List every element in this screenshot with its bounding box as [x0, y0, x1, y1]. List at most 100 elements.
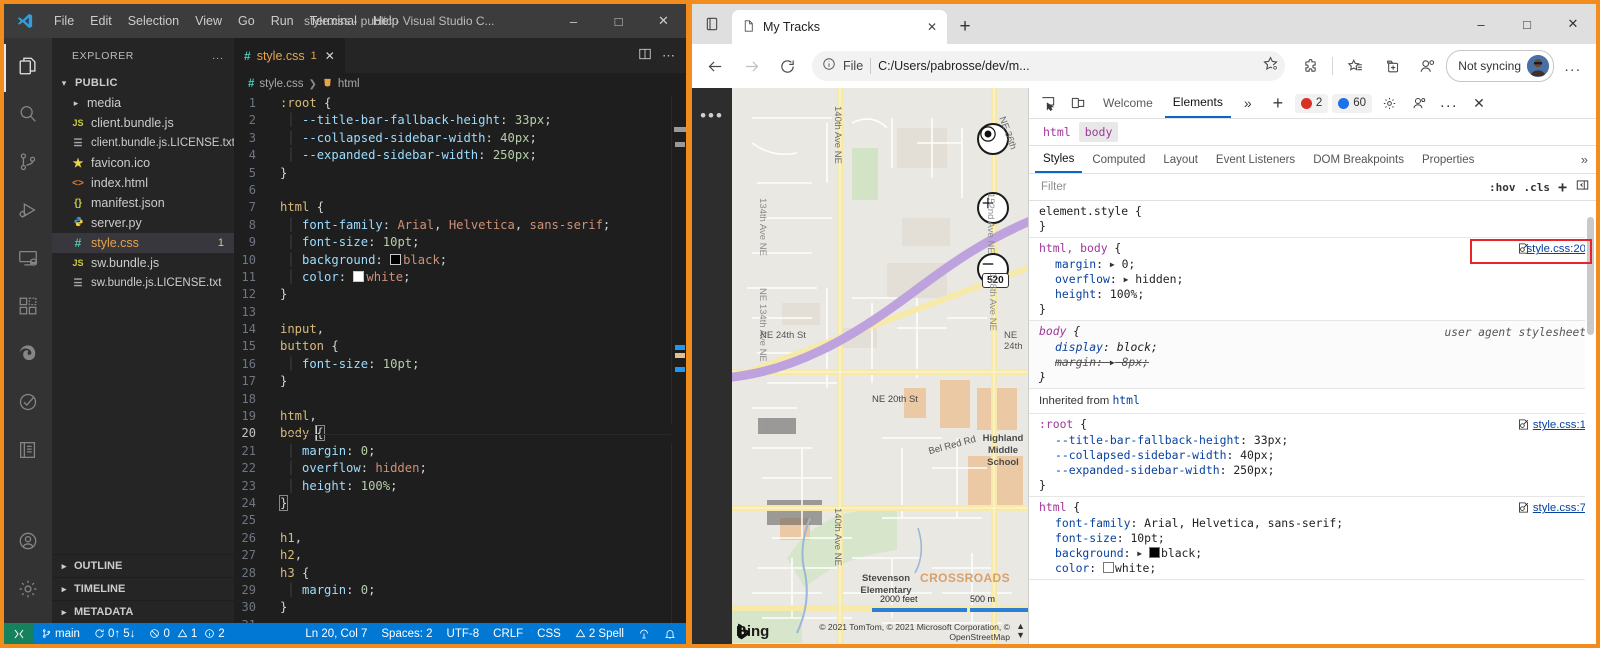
breadcrumb-symbol[interactable]: html — [338, 78, 360, 90]
editor-more-icon[interactable]: ⋯ — [662, 48, 676, 64]
file-row-media[interactable]: ▸ media — [52, 93, 234, 113]
sidebar-item-testing[interactable] — [4, 380, 52, 428]
customize-icon[interactable] — [1406, 91, 1432, 115]
browser-settings-more-icon[interactable]: ... — [1556, 49, 1590, 83]
dom-crumb-html[interactable]: html — [1037, 122, 1077, 142]
style-rule-html[interactable]: html { style.css:7 font-family: Arial, H… — [1029, 497, 1596, 581]
section-metadata[interactable]: ▸ METADATA — [52, 600, 234, 623]
file-row-favicon-ico[interactable]: ★ favicon.ico — [52, 153, 234, 173]
sidebar-item-run-and-debug[interactable] — [4, 188, 52, 236]
inspect-element-icon[interactable] — [1035, 91, 1061, 115]
sidebar-item-accounts[interactable] — [4, 519, 52, 567]
tab-event-listeners[interactable]: Event Listeners — [1208, 147, 1303, 172]
devtools-tab-welcome[interactable]: Welcome — [1095, 89, 1161, 117]
style-rule-user-agent-body[interactable]: body { user agent stylesheet display: bl… — [1029, 321, 1596, 390]
vscode-maximize-button[interactable]: □ — [596, 4, 641, 38]
info-count-badge[interactable]: 60 — [1332, 93, 1373, 113]
declaration-title-bar-fallback-height[interactable]: --title-bar-fallback-height: 33px; — [1039, 433, 1588, 448]
address-bar[interactable]: File C:/Users/pabrosse/dev/m... — [812, 51, 1286, 81]
sidebar-item-settings[interactable] — [4, 567, 52, 615]
url-text[interactable]: C:/Users/pabrosse/dev/m... — [878, 59, 1255, 73]
styles-pane[interactable]: element.style { } html, body { style.css… — [1029, 201, 1596, 644]
sidebar-item-source-control[interactable] — [4, 140, 52, 188]
status-language-mode[interactable]: CSS — [530, 628, 568, 640]
browser-minimize-button[interactable]: – — [1458, 4, 1504, 44]
editor-scrollbar[interactable] — [672, 95, 686, 623]
declaration-font-family[interactable]: font-family: Arial, Helvetica, sans-seri… — [1039, 516, 1588, 531]
extensions-icon[interactable] — [1293, 49, 1327, 83]
status-encoding[interactable]: UTF-8 — [440, 628, 487, 640]
declaration-color[interactable]: color: white; — [1039, 561, 1588, 576]
menu-go[interactable]: Go — [230, 11, 263, 31]
error-count-badge[interactable]: 2 — [1294, 93, 1329, 113]
bell-icon[interactable] — [657, 628, 686, 640]
file-row-sw-bundle-js[interactable]: JS sw.bundle.js — [52, 253, 234, 273]
style-source-link[interactable]: style.css:7 — [1533, 501, 1586, 516]
browser-essentials-icon[interactable] — [1410, 49, 1444, 83]
declaration-expanded-sidebar-width[interactable]: --expanded-sidebar-width: 250px; — [1039, 463, 1588, 478]
browser-close-button[interactable]: ✕ — [1550, 4, 1596, 44]
file-row-index-html[interactable]: <> index.html — [52, 173, 234, 193]
status-spell-check[interactable]: 2 Spell — [568, 628, 631, 640]
tab-properties[interactable]: Properties — [1414, 147, 1482, 172]
file-row-server-py[interactable]: server.py — [52, 213, 234, 233]
broadcast-icon[interactable] — [631, 628, 657, 640]
styles-scrollbar[interactable] — [1585, 201, 1596, 644]
menu-run[interactable]: Run — [263, 11, 302, 31]
menu-view[interactable]: View — [187, 11, 230, 31]
style-rule-element-style[interactable]: element.style { } — [1029, 201, 1596, 239]
file-row-client-bundle-js[interactable]: JS client.bundle.js — [52, 113, 234, 133]
device-emulation-icon[interactable] — [1065, 91, 1091, 115]
cls-button[interactable]: .cls — [1523, 181, 1550, 194]
sidebar-item-explorer[interactable] — [4, 44, 52, 92]
tab-style-css[interactable]: # style.css 1 ✕ — [234, 38, 345, 73]
declaration-background[interactable]: background: ▶ black; — [1039, 546, 1588, 561]
menu-terminal[interactable]: Terminal — [302, 11, 365, 31]
style-source-link[interactable]: style.css:1 — [1533, 418, 1586, 433]
style-rule-html-body[interactable]: html, body { style.css:20 margin: ▶ 0; o… — [1029, 238, 1596, 322]
vscode-minimize-button[interactable]: – — [551, 4, 596, 38]
file-row-sw-bundle-license[interactable]: ☰ sw.bundle.js.LICENSE.txt — [52, 273, 234, 293]
devtools-close-icon[interactable]: ✕ — [1466, 91, 1492, 115]
refresh-icon[interactable] — [770, 49, 804, 83]
new-style-rule-button[interactable]: + — [1558, 178, 1567, 196]
tab-dom-breakpoints[interactable]: DOM Breakpoints — [1305, 147, 1412, 172]
file-row-style-css[interactable]: # style.css 1 — [52, 233, 234, 253]
menu-selection[interactable]: Selection — [120, 11, 187, 31]
split-editor-icon[interactable] — [638, 47, 652, 64]
close-icon[interactable]: ✕ — [325, 49, 335, 63]
section-timeline[interactable]: ▸ TIMELINE — [52, 577, 234, 600]
add-tool-button[interactable]: + — [1265, 91, 1291, 115]
status-eol[interactable]: CRLF — [486, 628, 530, 640]
info-icon[interactable] — [822, 57, 836, 76]
bing-map[interactable]: 520 140th Ave NE 134th Ave NE NE 134th A… — [732, 88, 1028, 644]
tab-layout[interactable]: Layout — [1155, 147, 1206, 172]
declaration-margin-overridden[interactable]: margin: ▶ 8px; — [1039, 355, 1588, 370]
map-attribution-toggle[interactable]: ▲ ▼ — [1016, 622, 1025, 640]
status-sync[interactable]: 0↑ 5↓ — [87, 628, 143, 640]
declaration-margin[interactable]: margin: ▶ 0; — [1039, 257, 1588, 272]
style-source-link[interactable]: style.css:20 — [1526, 242, 1586, 257]
declaration-overflow[interactable]: overflow: ▶ hidden; — [1039, 272, 1588, 287]
status-branch[interactable]: main — [34, 628, 87, 640]
more-tabs-icon[interactable]: » — [1235, 91, 1261, 115]
menu-file[interactable]: File — [46, 11, 82, 31]
explorer-root-public[interactable]: ▾ PUBLIC — [52, 73, 234, 93]
filter-input[interactable]: Filter — [1035, 181, 1481, 193]
devtools-tab-elements[interactable]: Elements — [1164, 88, 1231, 118]
sidebar-item-remote-explorer[interactable]: >< — [4, 236, 52, 284]
tab-computed[interactable]: Computed — [1084, 147, 1153, 172]
close-icon[interactable]: ✕ — [927, 20, 937, 34]
profile-button[interactable]: Not syncing — [1446, 50, 1554, 82]
sidebar-item-extensions[interactable] — [4, 284, 52, 332]
add-tab-group-icon[interactable] — [1374, 49, 1408, 83]
avatar[interactable] — [1527, 55, 1549, 77]
bing-logo[interactable]: Bing — [736, 623, 769, 640]
menu-edit[interactable]: Edit — [82, 11, 120, 31]
status-remote-indicator[interactable] — [4, 623, 34, 644]
hov-button[interactable]: :hov — [1489, 181, 1516, 194]
explorer-more-icon[interactable]: ... — [212, 50, 224, 62]
forward-icon[interactable] — [734, 49, 768, 83]
declaration-collapsed-sidebar-width[interactable]: --collapsed-sidebar-width: 40px; — [1039, 448, 1588, 463]
new-tab-button[interactable]: + — [947, 10, 983, 44]
